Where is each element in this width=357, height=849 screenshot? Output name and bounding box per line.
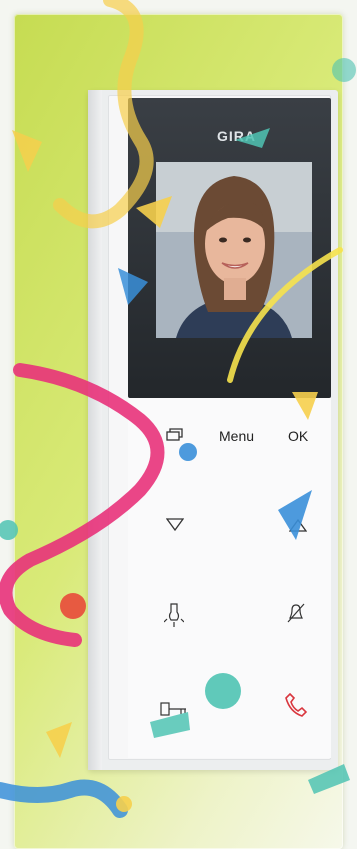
confetti-overlay — [0, 0, 356, 818]
photo-stage: GIRA Menu OK — [0, 0, 357, 849]
